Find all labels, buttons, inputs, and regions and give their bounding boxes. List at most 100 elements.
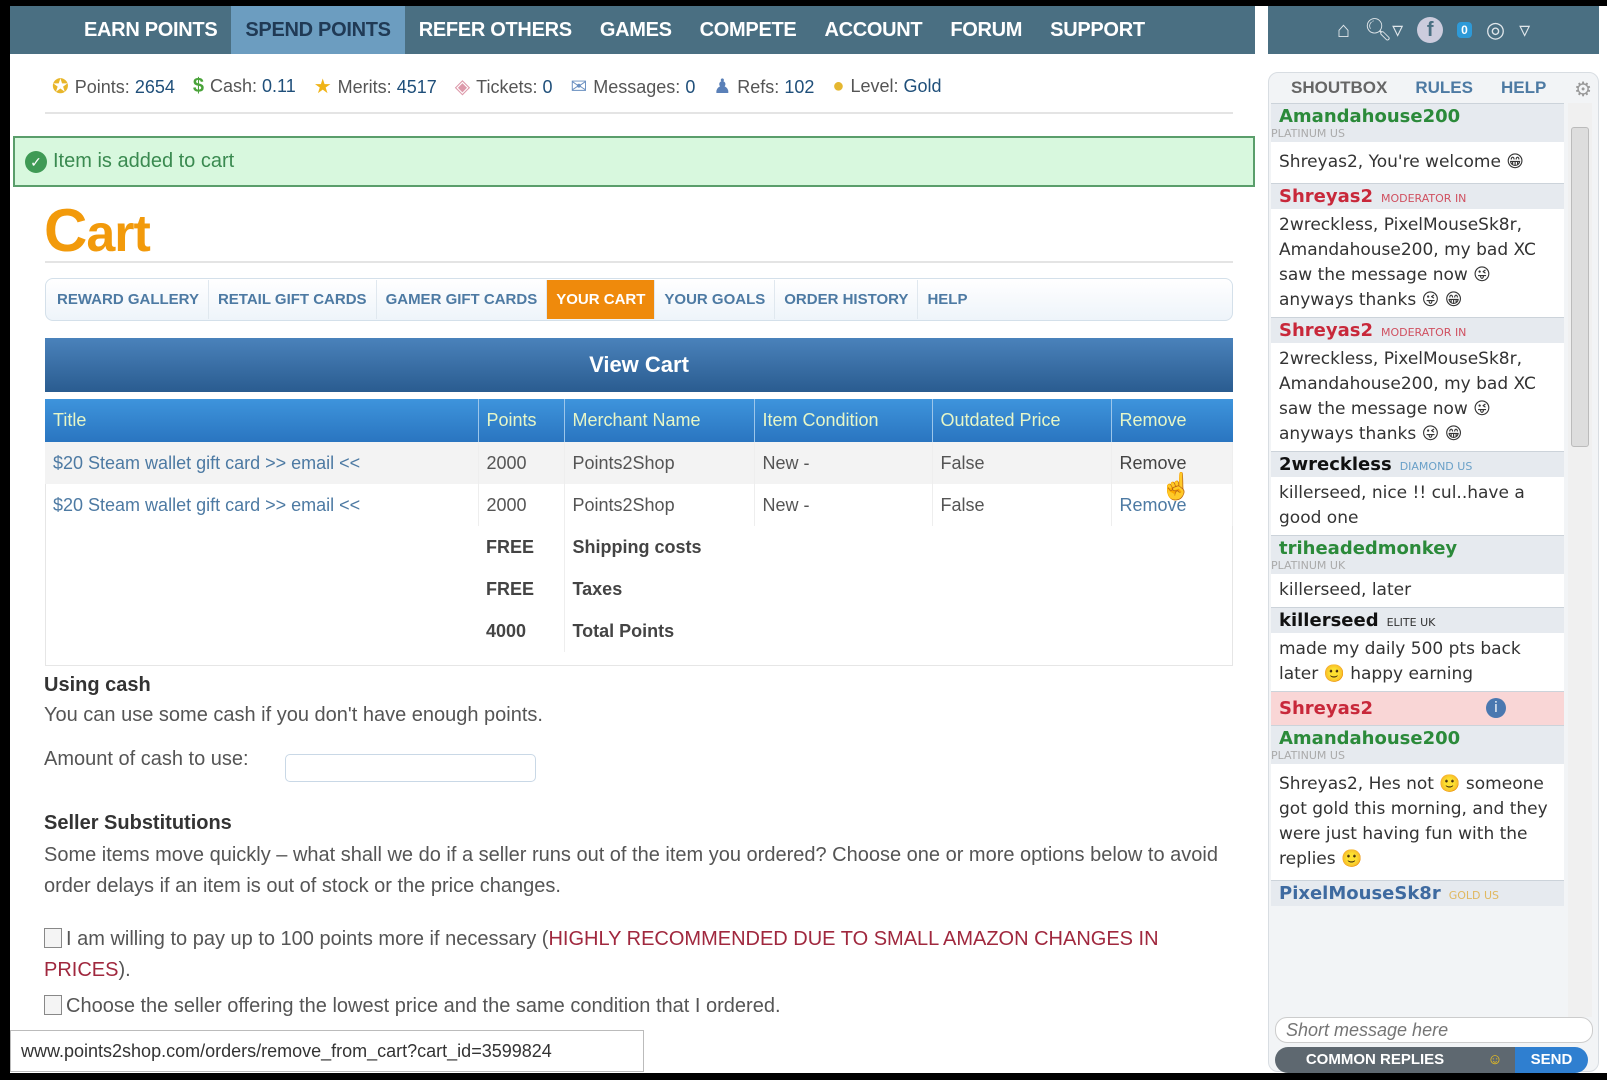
item-merchant: Points2Shop bbox=[564, 442, 755, 484]
nav-spend-points[interactable]: SPEND POINTS bbox=[231, 6, 405, 54]
col-condition: Item Condition bbox=[754, 399, 933, 442]
nav-earn-points[interactable]: EARN POINTS bbox=[70, 6, 231, 54]
utility-header: ⌂ 🔍︎▿ f 0 ◎ ▿ bbox=[1268, 6, 1599, 54]
seller-substitutions-heading: Seller Substitutions bbox=[44, 812, 232, 834]
tab-shout-help[interactable]: HELP bbox=[1501, 78, 1546, 98]
stat-messages[interactable]: ✉ Messages: 0 bbox=[571, 74, 696, 99]
tab-retail-gift-cards[interactable]: RETAIL GIFT CARDS bbox=[209, 280, 377, 319]
item-condition: New - bbox=[754, 484, 933, 526]
item-outdated: False bbox=[932, 442, 1112, 484]
item-condition: New - bbox=[754, 442, 933, 484]
message-header: triheadedmonkey PLATINUM UK bbox=[1271, 535, 1564, 574]
divider bbox=[45, 112, 1233, 114]
page-title: Cart bbox=[44, 197, 151, 264]
table-header: Title Points Merchant Name Item Conditio… bbox=[45, 399, 1233, 442]
option-pay-more: I am willing to pay up to 100 points mor… bbox=[44, 928, 1159, 981]
nav-games[interactable]: GAMES bbox=[586, 6, 686, 54]
summary-row: FREE Shipping costs bbox=[45, 526, 1233, 568]
summary-row: FREE Taxes bbox=[45, 568, 1233, 610]
item-points: 2000 bbox=[478, 484, 565, 526]
facebook-icon[interactable]: f bbox=[1417, 17, 1444, 43]
tab-order-history[interactable]: ORDER HISTORY bbox=[775, 280, 919, 319]
nav-support[interactable]: SUPPORT bbox=[1036, 6, 1159, 54]
tab-help[interactable]: HELP bbox=[918, 280, 976, 319]
stat-tickets: ◈ Tickets: 0 bbox=[454, 76, 553, 98]
cash-amount-label: Amount of cash to use: bbox=[44, 748, 249, 770]
message-text: killerseed, later bbox=[1271, 574, 1564, 607]
success-alert: ✓ Item is added to cart bbox=[13, 136, 1255, 187]
message-header: killerseed ELITE UK bbox=[1271, 607, 1564, 633]
table-row: $20 Steam wallet gift card >> email << 2… bbox=[45, 484, 1233, 526]
stat-points: ✪ Points: 2654 bbox=[52, 76, 175, 98]
shout-message-input[interactable] bbox=[1275, 1017, 1593, 1043]
tab-reward-gallery[interactable]: REWARD GALLERY bbox=[48, 280, 209, 319]
shoutbox: SHOUTBOX RULES HELP ⚙ Amandahouse200 PLAT… bbox=[1268, 72, 1599, 1073]
shoutbox-tabs: SHOUTBOX RULES HELP bbox=[1269, 73, 1598, 103]
tab-rules[interactable]: RULES bbox=[1415, 78, 1473, 98]
user-stats: ✪ Points: 2654 $ Cash: 0.11 ★ Merits: 4517 … bbox=[52, 74, 942, 99]
message-text: Shreyas2, You're welcome 😁 bbox=[1271, 142, 1564, 183]
tab-your-goals[interactable]: YOUR GOALS bbox=[655, 280, 776, 319]
medal-icon: ✪ bbox=[52, 76, 69, 98]
nav-forum[interactable]: FORUM bbox=[936, 6, 1036, 54]
star-icon: ★ bbox=[313, 76, 332, 98]
item-title-link[interactable]: $20 Steam wallet gift card >> email << bbox=[45, 442, 479, 484]
divider bbox=[45, 261, 1233, 263]
summary-row: 4000 Total Points bbox=[45, 610, 1233, 652]
check-icon: ✓ bbox=[25, 151, 47, 173]
col-remove: Remove bbox=[1111, 399, 1233, 442]
message-header: Shreyas2 MODERATOR IN bbox=[1271, 183, 1564, 209]
option-lowest-price: Choose the seller offering the lowest pr… bbox=[44, 991, 1234, 1022]
message-header: Amandahouse200 PLATINUM US bbox=[1271, 725, 1564, 764]
shoutbox-messages: Amandahouse200 PLATINUM US Shreyas2, You'… bbox=[1271, 103, 1564, 1017]
nav-refer-others[interactable]: REFER OTHERS bbox=[405, 6, 586, 54]
pay-more-checkbox[interactable] bbox=[44, 928, 62, 948]
tab-your-cart[interactable]: YOUR CART bbox=[547, 280, 656, 319]
message-header-highlighted: Shreyas2 i bbox=[1271, 691, 1564, 725]
stat-refs: ♟ Refs: 102 bbox=[713, 76, 815, 98]
nav-account[interactable]: ACCOUNT bbox=[810, 6, 936, 54]
smiley-icon[interactable]: ☺ bbox=[1475, 1047, 1515, 1073]
search-icon[interactable]: 🔍︎▿ bbox=[1364, 17, 1403, 43]
stat-merits: ★ Merits: 4517 bbox=[313, 76, 437, 98]
message-header: Shreyas2 MODERATOR IN bbox=[1271, 317, 1564, 343]
hand-cursor-icon: ☝ bbox=[1160, 471, 1193, 501]
send-button[interactable]: SEND bbox=[1515, 1047, 1588, 1073]
message-text: made my daily 500 pts back later 🙂 happy… bbox=[1271, 633, 1564, 691]
user-icon: ♟ bbox=[713, 76, 732, 98]
col-outdated: Outdated Price bbox=[932, 399, 1112, 442]
info-icon[interactable]: i bbox=[1486, 698, 1506, 718]
item-title-link[interactable]: $20 Steam wallet gift card >> email << bbox=[45, 484, 479, 526]
item-merchant: Points2Shop bbox=[564, 484, 755, 526]
tab-shoutbox[interactable]: SHOUTBOX bbox=[1291, 78, 1387, 98]
broadcast-icon[interactable]: ◎ bbox=[1486, 17, 1505, 43]
shoutbox-scrollbar[interactable] bbox=[1568, 103, 1592, 1017]
shop-subnav: REWARD GALLERY RETAIL GIFT CARDS GAMER G… bbox=[45, 278, 1233, 321]
substitutions-text: Some items move quickly – what shall we … bbox=[44, 844, 1218, 897]
message-text: Shreyas2, Hes not 🙂 someone got gold thi… bbox=[1271, 764, 1564, 880]
stat-cash: $ Cash: 0.11 bbox=[192, 75, 296, 97]
message-header: PixelMouseSk8r GOLD US bbox=[1271, 880, 1564, 906]
col-merchant: Merchant Name bbox=[564, 399, 755, 442]
table-row: $20 Steam wallet gift card >> email << 2… bbox=[45, 442, 1233, 484]
message-header: Amandahouse200 PLATINUM US bbox=[1271, 103, 1564, 142]
home-icon[interactable]: ⌂ bbox=[1337, 17, 1350, 43]
view-cart-heading: View Cart bbox=[45, 338, 1233, 392]
notification-badge[interactable]: 0 bbox=[1457, 22, 1472, 38]
tag-icon: ◈ bbox=[454, 76, 471, 98]
cart-table: Title Points Merchant Name Item Conditio… bbox=[45, 399, 1233, 652]
message-text: 2wreckless, PixelMouseSk8r, Amandahouse2… bbox=[1271, 343, 1564, 451]
chevron-down-icon[interactable]: ▿ bbox=[1519, 17, 1530, 43]
cash-amount-input[interactable] bbox=[285, 754, 536, 782]
main-nav: EARN POINTS SPEND POINTS REFER OTHERS GA… bbox=[10, 6, 1255, 54]
scrollbar-thumb[interactable] bbox=[1571, 127, 1589, 447]
lowest-price-checkbox[interactable] bbox=[44, 995, 62, 1015]
gear-icon[interactable]: ⚙ bbox=[1574, 77, 1592, 102]
dollar-icon: $ bbox=[192, 75, 204, 97]
nav-compete[interactable]: COMPETE bbox=[686, 6, 811, 54]
common-replies-button[interactable]: COMMON REPLIES bbox=[1275, 1047, 1475, 1073]
stat-level: ● Level: Gold bbox=[832, 75, 942, 97]
tab-gamer-gift-cards[interactable]: GAMER GIFT CARDS bbox=[377, 280, 548, 319]
message-text: killerseed, nice !! cul..have a good one bbox=[1271, 477, 1564, 535]
col-points: Points bbox=[478, 399, 565, 442]
